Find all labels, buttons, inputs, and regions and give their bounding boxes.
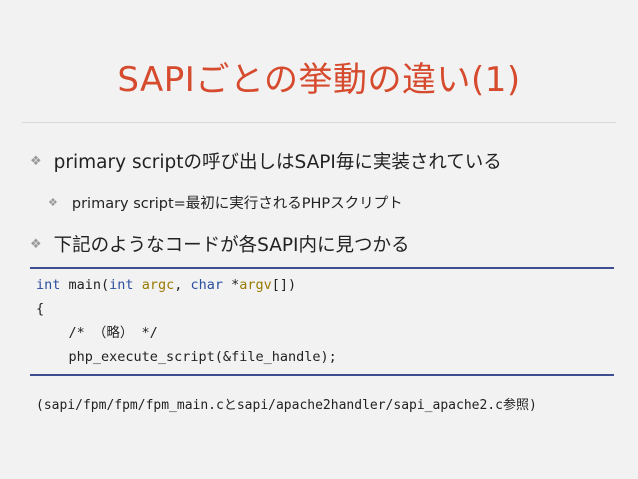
code-variable: argc [133,277,175,293]
code-keyword: char [190,277,223,293]
code-top-rule [30,267,614,269]
bullet-3-text: 下記のようなコードが各SAPI内に見つかる [53,235,410,256]
bullet-1: ❖ primary scriptの呼び出しはSAPI毎に実装されている [30,148,502,174]
code-line-3: /* （略） */ [36,325,158,341]
code-line-4: php_execute_script(&file_handle); [36,349,337,365]
bullet-2-text: primary script=最初に実行されるPHPスクリプト [71,196,403,212]
diamond-bullet-icon: ❖ [30,236,42,252]
code-keyword: int [109,277,134,293]
code-line-1: int main(int argc, char *argv[]) [36,277,297,293]
source-footnote: (sapi/fpm/fpm/fpm_main.cとsapi/apache2han… [36,398,537,413]
diamond-bullet-icon: ❖ [30,153,42,169]
slide-title: SAPIごとの挙動の違い(1) [117,60,521,100]
code-variable: argv [239,277,272,293]
code-block: int main(int argc, char *argv[]) { /* （略… [36,273,337,369]
code-line-2: { [36,301,45,317]
slide: SAPIごとの挙動の違い(1) ❖ primary scriptの呼び出しはSA… [0,0,638,479]
code-bottom-rule [30,374,614,376]
bullet-2: ❖ primary script=最初に実行されるPHPスクリプト [48,192,403,213]
code-keyword: int [36,277,61,293]
title-divider [22,122,616,123]
bullet-3: ❖ 下記のようなコードが各SAPI内に見つかる [30,231,410,257]
bullet-1-text: primary scriptの呼び出しはSAPI毎に実装されている [53,152,502,173]
diamond-bullet-icon: ❖ [48,196,58,209]
